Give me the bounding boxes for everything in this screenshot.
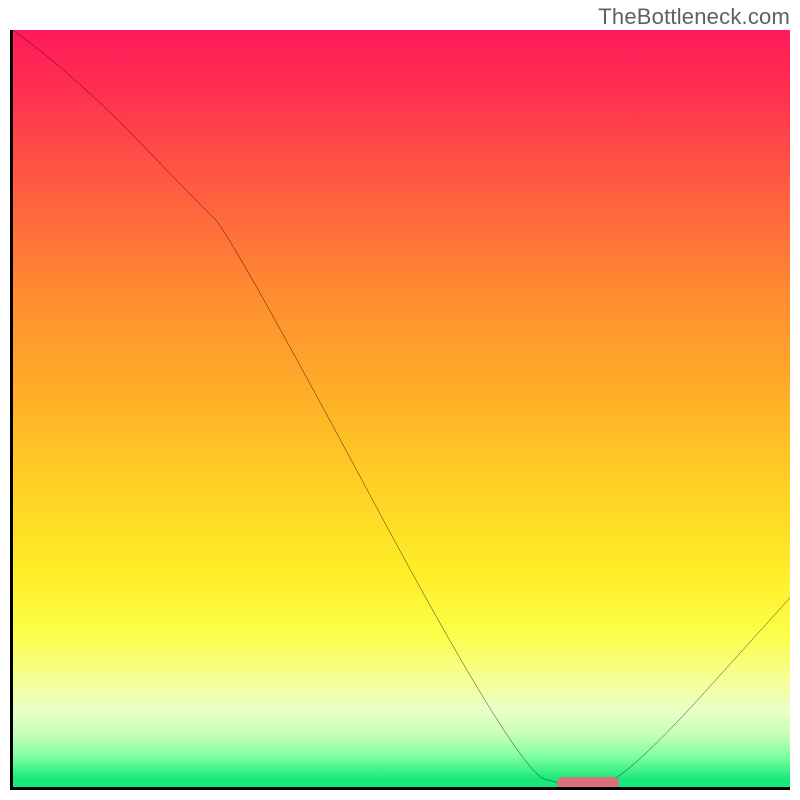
plot-area xyxy=(10,30,790,790)
optimal-marker xyxy=(557,777,619,789)
watermark-text: TheBottleneck.com xyxy=(598,4,790,30)
chart-container: TheBottleneck.com xyxy=(0,0,800,800)
bottleneck-curve xyxy=(13,30,790,787)
